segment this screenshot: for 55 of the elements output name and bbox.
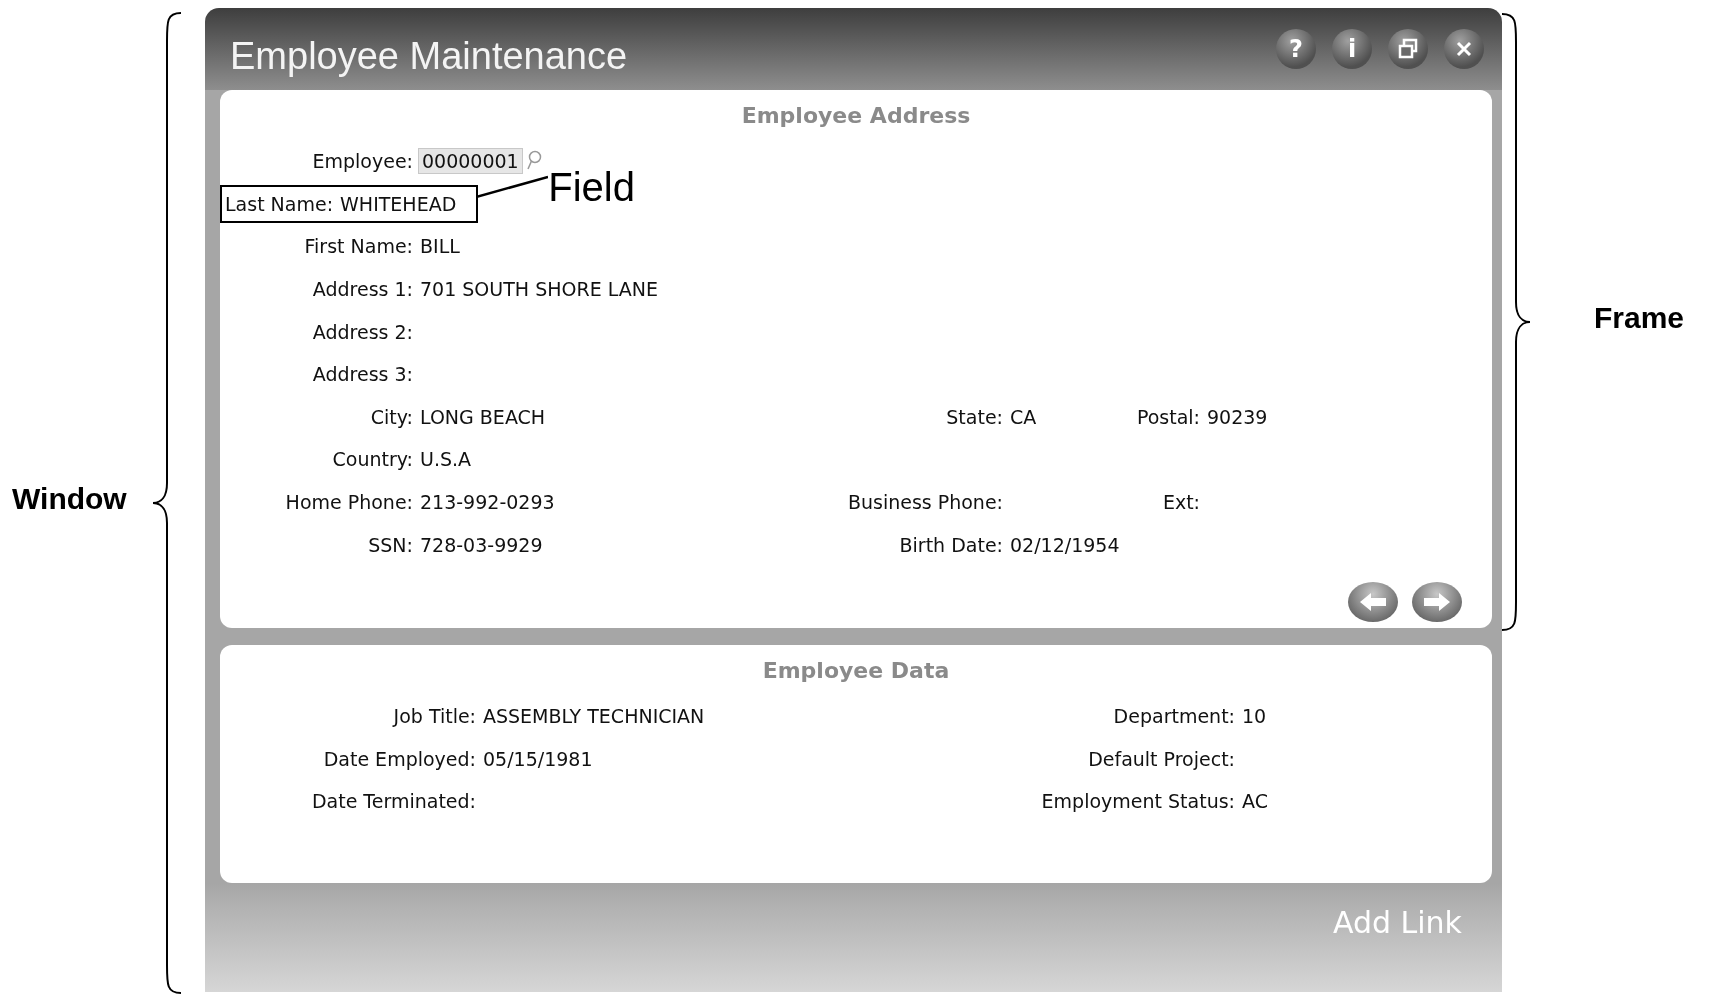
field-value: 90239 — [1207, 405, 1268, 428]
field-label: Country: — [331, 448, 413, 471]
field-value: 02/12/1954 — [1010, 533, 1120, 556]
help-button[interactable]: ? — [1276, 29, 1316, 69]
field-value: AC — [1242, 790, 1268, 813]
panel-title: Employee Address — [741, 102, 971, 128]
callout-label: Window — [12, 482, 127, 516]
field-label: Address 1: — [311, 278, 413, 301]
field-value: U.S.A — [420, 448, 472, 471]
field-value: 10 — [1242, 705, 1267, 728]
field-label: Birth Date: — [898, 533, 1003, 556]
callout-label: Frame — [1594, 301, 1685, 335]
close-icon — [1455, 40, 1473, 58]
field-value: BILL — [420, 235, 460, 258]
field-label: Business Phone: — [846, 491, 1003, 514]
field-value: 213-992-0293 — [420, 491, 555, 514]
field-value: 701 SOUTH SHORE LANE — [420, 278, 658, 301]
next-button[interactable] — [1412, 581, 1462, 622]
field-label: Ext: — [1161, 491, 1200, 514]
previous-button[interactable] — [1348, 581, 1398, 622]
field-label: Date Employed: — [322, 747, 476, 770]
left-arrow-icon — [1358, 590, 1388, 613]
brace-icon — [1502, 12, 1532, 632]
brace-icon — [150, 11, 181, 995]
field-label: Postal: — [1135, 405, 1200, 428]
field-label: Last Name: — [225, 192, 334, 215]
field-label: State: — [945, 405, 1003, 428]
field-value: LONG BEACH — [420, 405, 546, 428]
field-label: Date Terminated: — [310, 790, 476, 813]
field-label: First Name: — [303, 235, 413, 258]
info-button[interactable]: i — [1332, 29, 1372, 69]
field-label: Job Title: — [391, 705, 476, 728]
add-link[interactable]: Add Link — [1332, 905, 1462, 940]
field-label: Employee: — [311, 150, 413, 173]
employee-field[interactable]: 00000001 — [418, 148, 523, 175]
field-label: Address 3: — [311, 363, 413, 386]
field-label: SSN: — [367, 533, 413, 556]
field-label: City: — [369, 405, 413, 428]
field-value: ASSEMBLY TECHNICIAN — [483, 705, 705, 728]
field-label: Employment Status: — [1040, 790, 1235, 813]
field-label: Home Phone: — [284, 491, 413, 514]
field-label: Default Project: — [1087, 747, 1235, 770]
field-label: Department: — [1112, 705, 1235, 728]
field-value: CA — [1010, 405, 1037, 428]
window-title: Employee Maintenance — [230, 34, 628, 78]
callout-label: Field — [548, 164, 635, 210]
right-arrow-icon — [1422, 590, 1452, 613]
field-label: Address 2: — [311, 320, 413, 343]
field-value: 728-03-9929 — [420, 533, 543, 556]
restore-button[interactable] — [1388, 29, 1428, 69]
field-value: 05/15/1981 — [483, 747, 593, 770]
windows-icon — [1397, 38, 1419, 60]
field-value: WHITEHEAD — [340, 192, 457, 215]
close-button[interactable] — [1444, 29, 1484, 69]
panel-title: Employee Data — [762, 657, 950, 683]
